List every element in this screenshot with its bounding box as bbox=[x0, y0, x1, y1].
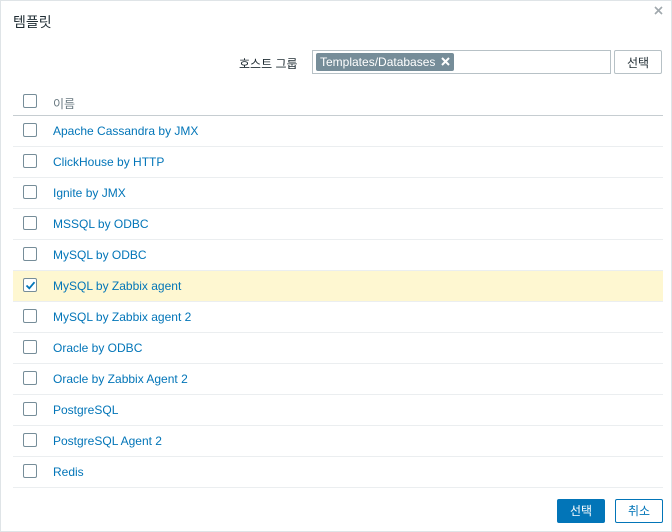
template-name-link[interactable]: Oracle by Zabbix Agent 2 bbox=[53, 372, 188, 386]
host-group-label: 호스트 그룹 bbox=[239, 57, 298, 71]
template-name-link[interactable]: Apache Cassandra by JMX bbox=[53, 124, 198, 138]
row-checkbox[interactable] bbox=[23, 402, 37, 416]
template-name-link[interactable]: Oracle by ODBC bbox=[53, 341, 142, 355]
table-header-row: 이름 bbox=[13, 88, 663, 116]
table-row[interactable]: Oracle by ODBC bbox=[13, 333, 663, 364]
template-table: 이름 Apache Cassandra by JMX ClickHouse by … bbox=[13, 88, 663, 488]
row-checkbox[interactable] bbox=[23, 309, 37, 323]
chip-label: Templates/Databases bbox=[320, 55, 436, 69]
template-name-link[interactable]: Ignite by JMX bbox=[53, 186, 126, 200]
table-row[interactable]: Oracle by Zabbix Agent 2 bbox=[13, 364, 663, 395]
row-checkbox[interactable] bbox=[23, 216, 37, 230]
row-checkbox[interactable] bbox=[23, 123, 37, 137]
table-row[interactable]: MySQL by Zabbix agent 2 bbox=[13, 302, 663, 333]
table-row[interactable]: MSSQL by ODBC bbox=[13, 209, 663, 240]
chip-remove-icon[interactable] bbox=[441, 53, 451, 71]
template-name-link[interactable]: ClickHouse by HTTP bbox=[53, 155, 164, 169]
close-icon[interactable] bbox=[651, 4, 665, 18]
template-name-link[interactable]: MSSQL by ODBC bbox=[53, 217, 149, 231]
table-row[interactable]: PostgreSQL bbox=[13, 395, 663, 426]
row-checkbox[interactable] bbox=[23, 185, 37, 199]
table-row[interactable]: Apache Cassandra by JMX bbox=[13, 116, 663, 147]
row-checkbox[interactable] bbox=[23, 433, 37, 447]
template-name-link[interactable]: PostgreSQL Agent 2 bbox=[53, 434, 162, 448]
table-row[interactable]: MySQL by ODBC bbox=[13, 240, 663, 271]
column-header-name[interactable]: 이름 bbox=[53, 95, 75, 112]
template-name-link[interactable]: PostgreSQL bbox=[53, 403, 118, 417]
host-group-select-button[interactable]: 선택 bbox=[614, 50, 662, 74]
template-name-link[interactable]: Redis bbox=[53, 465, 84, 479]
host-group-filter: 호스트 그룹 Templates/Databases 선택 bbox=[1, 49, 671, 75]
select-all-checkbox[interactable] bbox=[23, 94, 37, 108]
row-checkbox[interactable] bbox=[23, 371, 37, 385]
cancel-button[interactable]: 취소 bbox=[615, 499, 663, 523]
row-checkbox[interactable] bbox=[23, 278, 37, 292]
row-checkbox[interactable] bbox=[23, 154, 37, 168]
template-name-link[interactable]: MySQL by Zabbix agent 2 bbox=[53, 310, 191, 324]
template-dialog: 템플릿 호스트 그룹 Templates/Databases 선택 이름 Apa… bbox=[0, 0, 672, 532]
row-checkbox[interactable] bbox=[23, 247, 37, 261]
host-group-multiselect[interactable]: Templates/Databases bbox=[312, 50, 611, 74]
table-row[interactable]: PostgreSQL Agent 2 bbox=[13, 426, 663, 457]
template-name-link[interactable]: MySQL by ODBC bbox=[53, 248, 147, 262]
table-row[interactable]: Redis bbox=[13, 457, 663, 488]
table-row[interactable]: MySQL by Zabbix agent bbox=[13, 271, 663, 302]
row-checkbox[interactable] bbox=[23, 464, 37, 478]
template-name-link[interactable]: MySQL by Zabbix agent bbox=[53, 279, 181, 293]
row-checkbox[interactable] bbox=[23, 340, 37, 354]
table-row[interactable]: Ignite by JMX bbox=[13, 178, 663, 209]
dialog-title: 템플릿 bbox=[13, 14, 52, 30]
check-icon bbox=[25, 281, 36, 290]
host-group-chip: Templates/Databases bbox=[316, 53, 455, 71]
table-row[interactable]: ClickHouse by HTTP bbox=[13, 147, 663, 178]
select-button[interactable]: 선택 bbox=[557, 499, 605, 523]
